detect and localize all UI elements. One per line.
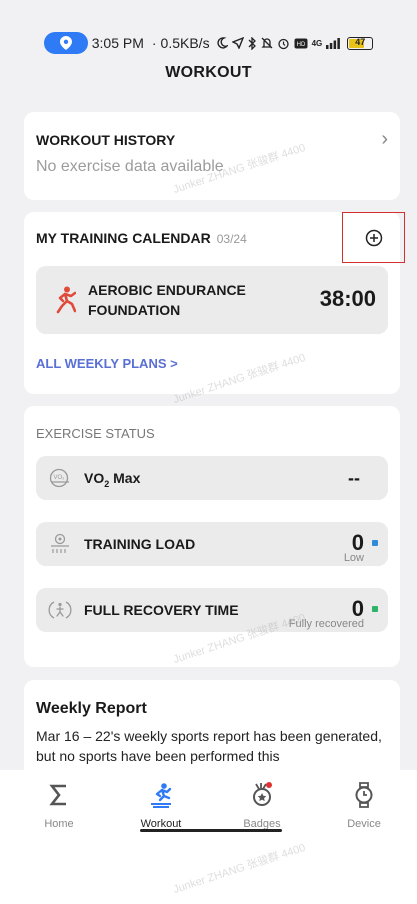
- navigation-icon: [231, 37, 244, 49]
- vo2max-label-main: VO: [84, 470, 105, 486]
- svg-text:VO₂: VO₂: [54, 475, 66, 481]
- all-weekly-plans-link[interactable]: ALL WEEKLY PLANS >: [36, 356, 178, 371]
- vo2-icon: VO₂: [48, 467, 72, 494]
- vo2max-value: --: [348, 468, 360, 488]
- page-title: WORKOUT: [165, 64, 252, 81]
- status-icons: HD 4G 47: [216, 36, 374, 50]
- status-separator: ·: [151, 35, 157, 51]
- exercise-status-title: EXERCISE STATUS: [36, 426, 155, 441]
- bottom-navigation: Home Workout Badges Device: [0, 770, 417, 904]
- vo2max-label-tail: Max: [109, 470, 141, 486]
- recovery-indicator: [372, 606, 378, 612]
- workout-history-empty-text: No exercise data available: [36, 158, 224, 175]
- training-load-icon: [48, 533, 72, 560]
- battery-icon: 47: [347, 36, 374, 50]
- exercise-status-card: EXERCISE STATUS VO₂ VO2 Max -- TRAINING …: [24, 406, 400, 667]
- network-speed: 0.5KB/s: [160, 35, 210, 51]
- training-plan-item[interactable]: AEROBIC ENDURANCE FOUNDATION 38:00: [36, 266, 388, 334]
- recovery-icon: [48, 599, 72, 626]
- watch-icon: [324, 780, 404, 810]
- svg-text:HD: HD: [296, 42, 305, 48]
- status-time: 3:05 PM: [91, 35, 144, 51]
- training-calendar-card: MY TRAINING CALENDAR 03/24 AEROBIC ENDURA…: [24, 212, 405, 394]
- add-plan-button[interactable]: [342, 212, 405, 263]
- signal-icon: [326, 37, 341, 49]
- vo2max-row[interactable]: VO₂ VO2 Max --: [36, 456, 388, 500]
- workout-history-title: WORKOUT HISTORY: [36, 132, 176, 148]
- vo2max-label: VO2 Max: [84, 470, 140, 489]
- network-type: 4G: [311, 38, 323, 48]
- training-calendar-label: MY TRAINING CALENDAR: [36, 230, 211, 246]
- nav-home-label: Home: [44, 818, 74, 830]
- calendar-date: 03/24: [216, 232, 247, 246]
- active-tab-indicator: [140, 829, 282, 832]
- recovery-time-label: FULL RECOVERY TIME: [84, 602, 239, 618]
- workout-history-card[interactable]: WORKOUT HISTORY No exercise data availab…: [24, 112, 400, 200]
- training-load-label: TRAINING LOAD: [84, 536, 196, 552]
- nav-device-label: Device: [347, 818, 381, 830]
- plan-duration: 38:00: [319, 286, 376, 311]
- training-load-status: Low: [343, 552, 364, 564]
- training-load-row[interactable]: TRAINING LOAD 0 Low: [36, 522, 388, 566]
- weekly-report-title: Weekly Report: [36, 700, 147, 717]
- runner-icon: [52, 286, 77, 319]
- alarm-icon: [277, 38, 289, 49]
- sigma-icon: [19, 780, 99, 810]
- bluetooth-icon: [248, 36, 256, 50]
- recovery-status: Fully recovered: [288, 618, 364, 630]
- hd-icon: HD: [294, 38, 308, 48]
- location-pill: [43, 32, 88, 54]
- chevron-right-icon[interactable]: ›: [381, 128, 388, 151]
- workout-icon: [121, 780, 201, 810]
- battery-level: 47: [355, 36, 366, 47]
- moon-icon: [216, 37, 228, 49]
- status-bar: 3:05 PM · 0.5KB/s HD 4G 47: [0, 28, 417, 58]
- location-icon: [59, 36, 72, 50]
- recovery-time-row[interactable]: FULL RECOVERY TIME 0 Fully recovered: [36, 588, 388, 632]
- plan-name: AEROBIC ENDURANCE FOUNDATION: [88, 282, 246, 318]
- weekly-report-body: Mar 16 – 22's weekly sports report has b…: [36, 728, 382, 764]
- nav-home[interactable]: Home: [19, 780, 99, 830]
- nav-workout[interactable]: Workout: [121, 780, 201, 830]
- mute-bell-icon: [261, 37, 273, 49]
- badge-icon: [222, 780, 302, 810]
- training-load-indicator: [372, 540, 378, 546]
- plus-circle-icon[interactable]: [365, 229, 383, 247]
- training-calendar-title: MY TRAINING CALENDAR 03/24: [36, 230, 247, 246]
- nav-device[interactable]: Device: [324, 780, 404, 830]
- nav-badges[interactable]: Badges: [222, 780, 302, 830]
